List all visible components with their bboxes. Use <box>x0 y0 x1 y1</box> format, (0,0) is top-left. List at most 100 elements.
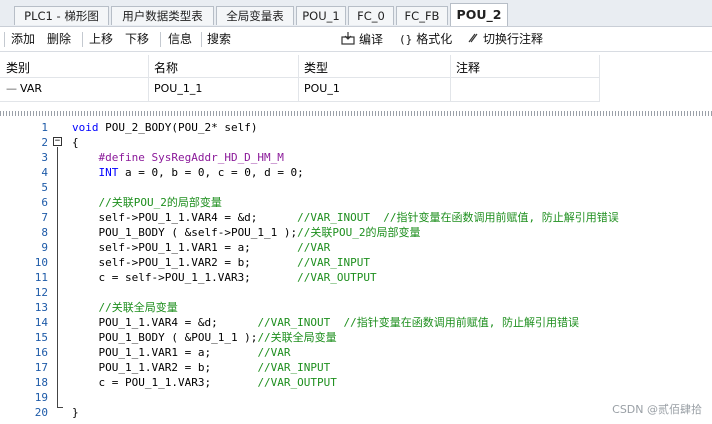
tab-pou2[interactable]: POU_2 <box>450 3 508 26</box>
code-line[interactable]: //关联POU_2的局部变量 <box>72 195 222 210</box>
code-editor[interactable]: 1 2 3 4 5 6 7 8 9 10 11 12 13 14 15 16 17 18 19 20 void POU… <box>0 117 712 424</box>
line-number: 4 <box>41 166 48 179</box>
line-number: 7 <box>41 211 48 224</box>
code-comment: //VAR_INPUT <box>297 256 371 269</box>
code-comment: //关联全局变量 <box>72 301 178 314</box>
tab-fc0[interactable]: FC_0 <box>348 6 394 25</box>
code-line[interactable]: void POU_2_BODY(POU_2* self) <box>72 120 257 135</box>
code-text: POU_1_BODY ( &self->POU_1_1 ); <box>72 226 298 239</box>
compile-icon <box>341 31 355 49</box>
code-line[interactable]: self->POU_1_1.VAR1 = a; //VAR <box>72 240 330 255</box>
line-number: 17 <box>34 361 48 374</box>
line-number: 14 <box>34 316 48 329</box>
toolbar-separator <box>82 32 83 47</box>
code-text: c = POU_1_1.VAR3; <box>72 376 258 389</box>
code-line[interactable]: c = POU_1_1.VAR3; //VAR_OUTPUT <box>72 375 337 390</box>
code-keyword: void <box>72 121 99 134</box>
document-tab-bar: PLC1 - 梯形图 用户数据类型表 全局变量表 POU_1 FC_0 FC_F… <box>0 0 712 26</box>
variable-table: 类别 名称 类型 注释 — VAR POU_1_1 POU_1 <box>0 55 600 107</box>
header-type: 类型 <box>304 61 329 75</box>
tab-label: 用户数据类型表 <box>122 9 203 23</box>
toggle-comment-button[interactable]: 切换行注释 <box>467 31 543 48</box>
column-divider <box>450 55 451 101</box>
line-number: 5 <box>41 181 48 194</box>
search-button[interactable]: 搜索 <box>207 31 231 47</box>
code-line[interactable]: self->POU_1_1.VAR2 = b; //VAR_INPUT <box>72 255 370 270</box>
tab-label: 全局变量表 <box>226 9 284 23</box>
code-line[interactable]: INT a = 0, b = 0, c = 0, d = 0; <box>72 165 304 180</box>
line-number: 2 <box>41 136 48 149</box>
column-divider <box>298 55 299 101</box>
format-label: 格式化 <box>416 32 453 46</box>
code-text: self->POU_1_1.VAR1 = a; <box>72 241 298 254</box>
line-number: 1 <box>41 121 48 134</box>
code-line[interactable]: POU_1_BODY ( &POU_1_1 );//关联全局变量 <box>72 330 336 345</box>
compile-button[interactable]: 编译 <box>341 31 383 49</box>
cell-name[interactable]: POU_1_1 <box>154 82 202 95</box>
move-up-button[interactable]: 上移 <box>89 31 113 47</box>
line-number: 15 <box>34 331 48 344</box>
pane-splitter[interactable] <box>0 111 712 116</box>
code-comment: //VAR_INPUT <box>257 361 331 374</box>
header-divider <box>0 77 600 78</box>
code-line[interactable]: #define SysRegAddr_HD_D_HM_M <box>72 150 284 165</box>
tab-global-variables[interactable]: 全局变量表 <box>216 6 294 25</box>
code-line[interactable]: POU_1_1.VAR4 = &d; //VAR_INOUT //指针变量在函数… <box>72 315 579 330</box>
toggle-comment-label: 切换行注释 <box>483 32 544 46</box>
tab-plc1-ladder[interactable]: PLC1 - 梯形图 <box>14 6 109 25</box>
add-button[interactable]: 添加 <box>11 31 35 47</box>
header-category: 类别 <box>6 61 31 75</box>
line-number: 19 <box>34 391 48 404</box>
fold-toggle-icon[interactable]: − <box>53 137 62 146</box>
code-line[interactable]: } <box>72 405 79 420</box>
code-text: POU_1_1.VAR4 = &d; <box>72 316 258 329</box>
column-divider <box>599 55 600 101</box>
line-number: 20 <box>34 406 48 419</box>
line-number: 18 <box>34 376 48 389</box>
format-button[interactable]: (} 格式化 <box>399 31 452 48</box>
code-text: POU_1_1.VAR2 = b; <box>72 361 258 374</box>
code-line[interactable]: self->POU_1_1.VAR4 = &d; //VAR_INOUT //指… <box>72 210 619 225</box>
code-directive: #define SysRegAddr_HD_D_HM_M <box>72 151 284 164</box>
code-line[interactable]: //关联全局变量 <box>72 300 178 315</box>
code-line[interactable]: POU_1_1.VAR1 = a; //VAR <box>72 345 290 360</box>
code-keyword: INT <box>98 166 119 179</box>
column-divider <box>148 55 149 101</box>
code-line[interactable]: c = self->POU_1_1.VAR3; //VAR_OUTPUT <box>72 270 376 285</box>
code-line[interactable]: POU_1_1.VAR2 = b; //VAR_INPUT <box>72 360 330 375</box>
code-text: POU_2_BODY(POU_2* self) <box>98 121 258 134</box>
code-comment: //VAR_INOUT //指针变量在函数调用前赋值, 防止解引用错误 <box>257 316 580 329</box>
fold-guide-line <box>57 147 58 407</box>
fold-end-marker <box>57 407 63 408</box>
tab-label: POU_1 <box>302 9 340 23</box>
move-down-button[interactable]: 下移 <box>125 31 149 47</box>
cell-category[interactable]: VAR <box>20 82 42 95</box>
code-line[interactable]: { <box>72 135 79 150</box>
editor-toolbar: 添加 删除 上移 下移 信息 搜索 编译 (} 格式化 切换行注释 <box>0 26 712 52</box>
code-comment: //VAR <box>297 241 331 254</box>
code-text: { <box>72 136 79 149</box>
delete-button[interactable]: 删除 <box>47 31 71 47</box>
code-text: } <box>72 406 79 419</box>
code-text: c = self->POU_1_1.VAR3; <box>72 271 298 284</box>
info-button[interactable]: 信息 <box>168 31 192 47</box>
code-comment: //VAR_INOUT //指针变量在函数调用前赋值, 防止解引用错误 <box>297 211 619 224</box>
code-text: POU_1_BODY ( &POU_1_1 ); <box>72 331 258 344</box>
line-number: 12 <box>34 286 48 299</box>
code-comment: //关联POU_2的局部变量 <box>297 226 421 239</box>
header-name: 名称 <box>154 61 179 75</box>
code-comment: //VAR_OUTPUT <box>257 376 337 389</box>
line-number: 9 <box>41 241 48 254</box>
cell-type[interactable]: POU_1 <box>304 82 340 95</box>
header-comment: 注释 <box>456 61 481 75</box>
line-number: 11 <box>34 271 48 284</box>
tab-user-data-types[interactable]: 用户数据类型表 <box>111 6 214 25</box>
compile-label: 编译 <box>359 32 384 47</box>
watermark: CSDN @贰佰肆拾 <box>612 403 702 416</box>
code-text: a = 0, b = 0, c = 0, d = 0; <box>118 166 304 179</box>
tab-fc-fb[interactable]: FC_FB <box>396 6 448 25</box>
tab-pou1[interactable]: POU_1 <box>296 6 346 25</box>
line-number: 13 <box>34 301 48 314</box>
code-comment: //关联POU_2的局部变量 <box>72 196 222 209</box>
code-line[interactable]: POU_1_BODY ( &self->POU_1_1 );//关联POU_2的… <box>72 225 421 240</box>
